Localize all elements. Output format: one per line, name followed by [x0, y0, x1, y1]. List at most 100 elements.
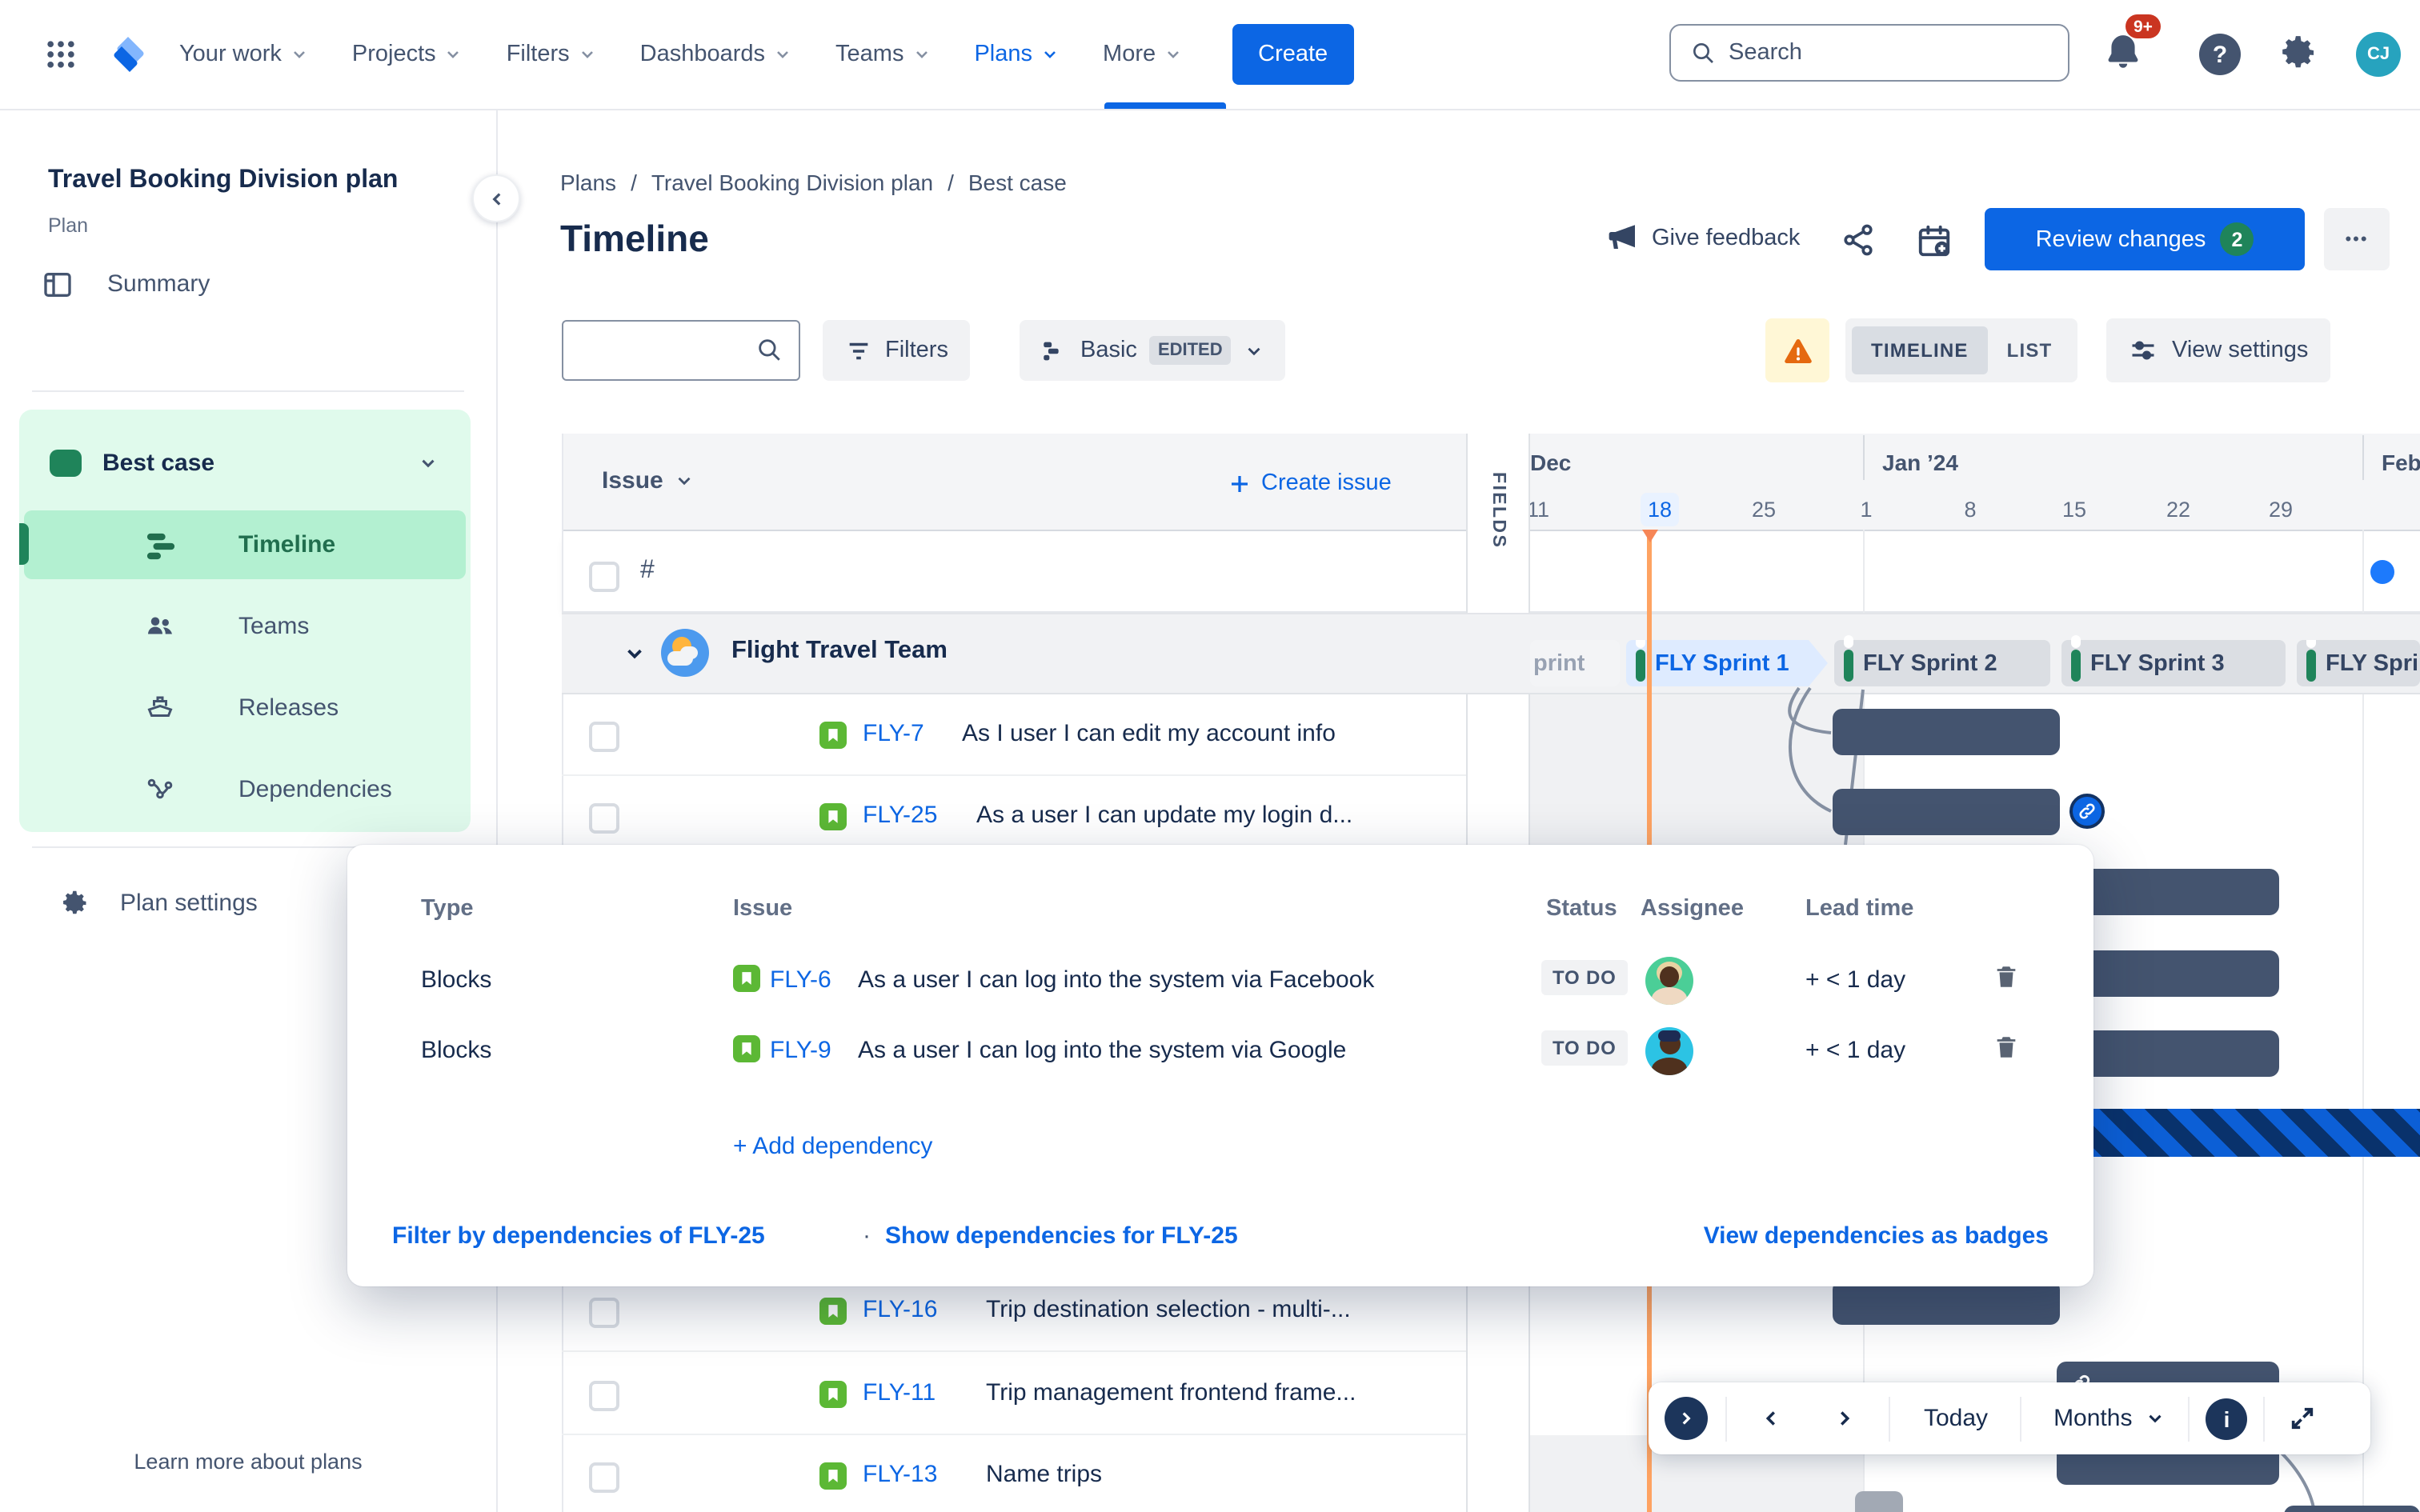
settings-gear-icon[interactable] [2279, 32, 2321, 74]
dependency-count-badge[interactable] [2069, 794, 2105, 829]
add-dependency-link[interactable]: + Add dependency [733, 1133, 932, 1160]
story-icon [819, 722, 847, 749]
scenario-best-case[interactable]: Best case [19, 429, 471, 499]
jira-logo[interactable] [106, 32, 150, 77]
gantt-bar-fly-7[interactable] [1833, 709, 2060, 755]
filter-by-dependencies-link[interactable]: Filter by dependencies of FLY-25 [392, 1222, 765, 1250]
issue-key[interactable]: FLY-9 [770, 1037, 831, 1064]
date-tick: 8 [1964, 498, 1977, 522]
timeline-search-input[interactable] [562, 320, 800, 381]
link-separator: · [863, 1222, 871, 1250]
next-button[interactable] [1833, 1406, 1857, 1430]
create-button[interactable]: Create [1232, 24, 1354, 85]
nav-plans[interactable]: Plans [974, 42, 1060, 67]
breadcrumb-plans[interactable]: Plans [560, 170, 616, 195]
popup-header-status: Status [1546, 896, 1617, 922]
row-checkbox[interactable] [589, 1381, 619, 1411]
more-actions-button[interactable]: ••• [2324, 208, 2390, 270]
select-all-checkbox[interactable] [589, 562, 619, 592]
releases-label: Releases [238, 694, 339, 721]
row-checkbox[interactable] [589, 803, 619, 834]
skip-forward-button[interactable] [1665, 1397, 1708, 1440]
sidebar-item-timeline[interactable]: Timeline [19, 510, 466, 579]
search-input[interactable]: Search [1669, 24, 2069, 82]
today-button[interactable]: Today [1924, 1405, 1988, 1432]
fields-tab[interactable]: FIELDS [1488, 472, 1508, 549]
story-icon [819, 803, 847, 830]
assignee-avatar[interactable] [1645, 957, 1693, 1005]
share-icon[interactable] [1841, 222, 1876, 258]
filters-button[interactable]: Filters [823, 320, 971, 381]
issue-title: As a user I can log into the system via … [858, 966, 1375, 994]
show-dependencies-link[interactable]: Show dependencies for FLY-25 [885, 1222, 1238, 1250]
assignee-avatar[interactable] [1645, 1027, 1693, 1075]
row-checkbox[interactable] [589, 1298, 619, 1328]
releases-icon [147, 696, 173, 717]
nav-dashboards[interactable]: Dashboards [640, 42, 792, 67]
story-icon [819, 1381, 847, 1408]
review-changes-button[interactable]: Review changes 2 [1985, 208, 2305, 270]
view-mode-dropdown[interactable]: Basic EDITED [1020, 320, 1285, 381]
user-avatar[interactable]: CJ [2356, 32, 2401, 77]
search-icon [759, 339, 780, 361]
gantt-bar-fly-25[interactable] [1833, 789, 2060, 835]
team-group-name: Flight Travel Team [731, 637, 948, 664]
fullscreen-icon[interactable] [2289, 1405, 2316, 1432]
view-settings-button[interactable]: View settings [2106, 318, 2331, 382]
row-checkbox[interactable] [589, 722, 619, 752]
issue-key[interactable]: FLY-7 [863, 720, 924, 747]
aggregate-striped-bar[interactable] [2057, 1109, 2420, 1157]
teams-icon [148, 617, 172, 634]
delete-dependency-icon[interactable] [1993, 963, 2020, 990]
sidebar-collapse-button[interactable] [472, 174, 520, 222]
sidebar-item-dependencies[interactable]: Dependencies [19, 754, 471, 824]
breadcrumb: Plans / Travel Booking Division plan / B… [560, 170, 1067, 195]
sidebar-item-plan-settings[interactable]: Plan settings [120, 890, 258, 917]
issue-key[interactable]: FLY-25 [863, 802, 937, 829]
give-feedback-button[interactable]: Give feedback [1607, 221, 1800, 254]
issue-key[interactable]: FLY-16 [863, 1296, 937, 1323]
issue-key[interactable]: FLY-13 [863, 1461, 937, 1488]
tab-list[interactable]: LIST [1988, 326, 2072, 374]
lead-time: + < 1 day [1805, 1037, 1906, 1064]
create-issue-button[interactable]: Create issue [1228, 470, 1392, 496]
issue-column-header[interactable]: Issue [602, 467, 695, 494]
issue-key[interactable]: FLY-6 [770, 966, 831, 994]
gantt-bar-fly-16[interactable] [1833, 1280, 2060, 1325]
sidebar-item-teams[interactable]: Teams [19, 590, 471, 661]
breadcrumb-plan-name[interactable]: Travel Booking Division plan [651, 170, 933, 195]
nav-your-work[interactable]: Your work [179, 42, 309, 67]
delete-dependency-icon[interactable] [1993, 1034, 2020, 1061]
zoom-level-dropdown[interactable]: Months [2053, 1405, 2166, 1432]
breadcrumb-best-case[interactable]: Best case [968, 170, 1067, 195]
warning-icon [1784, 338, 1811, 363]
nav-filters[interactable]: Filters [507, 42, 597, 67]
nav-teams[interactable]: Teams [835, 42, 931, 67]
issue-key[interactable]: FLY-11 [863, 1379, 936, 1406]
view-dependencies-as-badges-link[interactable]: View dependencies as badges [1704, 1222, 2049, 1250]
chevron-down-icon[interactable] [418, 453, 439, 474]
tab-timeline[interactable]: TIMELINE [1852, 326, 1988, 374]
collapse-group-icon[interactable] [623, 642, 647, 666]
popup-header-assignee: Assignee [1641, 896, 1744, 922]
warning-button[interactable] [1765, 318, 1829, 382]
nav-more[interactable]: More [1103, 42, 1183, 67]
info-button[interactable]: i [2206, 1398, 2248, 1439]
gantt-bar-next-row[interactable] [2284, 1506, 2420, 1512]
date-tick: 15 [2061, 498, 2087, 522]
row-checkbox[interactable] [589, 1462, 619, 1493]
timeline-marker-dot[interactable] [2370, 560, 2394, 584]
help-icon[interactable]: ? [2199, 34, 2241, 75]
prev-button[interactable] [1759, 1406, 1783, 1430]
learn-more-link[interactable]: Learn more about plans [0, 1450, 496, 1474]
story-icon [733, 1035, 760, 1062]
plan-sidebar: Travel Booking Division plan Plan Summar… [0, 109, 498, 1512]
add-to-calendar-icon[interactable] [1916, 222, 1953, 259]
sidebar-item-releases[interactable]: Releases [19, 672, 471, 742]
month-divider [1863, 435, 1865, 480]
nav-projects[interactable]: Projects [352, 42, 463, 67]
sidebar-item-summary[interactable]: Summary [107, 270, 210, 298]
app-switcher-icon[interactable] [43, 37, 78, 72]
plan-subtitle: Plan [48, 214, 89, 237]
date-tick-today: 18 [1641, 493, 1679, 526]
